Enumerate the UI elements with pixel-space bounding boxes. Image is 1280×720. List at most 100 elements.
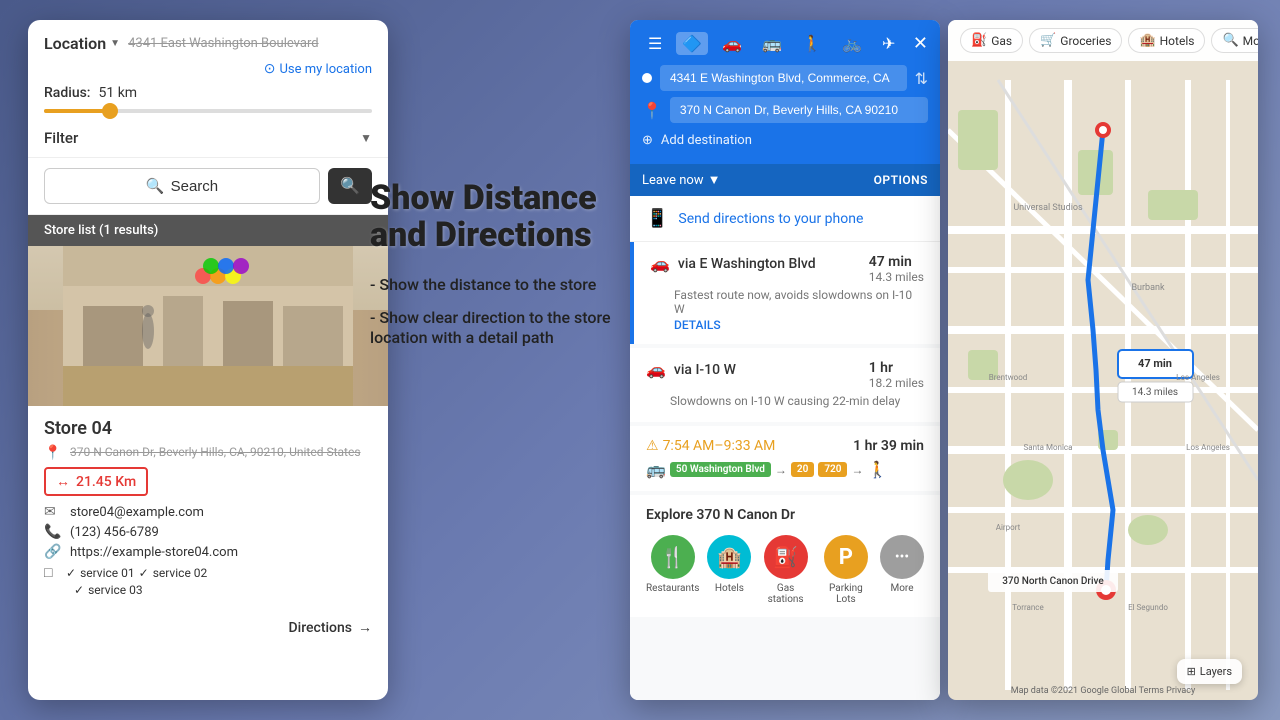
radius-slider[interactable] bbox=[44, 109, 372, 113]
route-1-details-link[interactable]: DETAILS bbox=[674, 318, 924, 332]
leave-now-button[interactable]: Leave now ▼ bbox=[642, 172, 720, 188]
transit-arrow-1: → bbox=[775, 463, 787, 477]
destination-input[interactable] bbox=[670, 97, 928, 123]
more-filter-chip[interactable]: 🔍 More bbox=[1211, 28, 1258, 53]
leave-now-label: Leave now bbox=[642, 173, 704, 188]
explore-restaurants[interactable]: 🍴 Restaurants bbox=[646, 535, 699, 605]
hotels-chip-icon: 🏨 bbox=[1139, 33, 1155, 48]
filter-chevron-icon[interactable]: ▼ bbox=[360, 131, 372, 145]
flight-icon[interactable]: ✈ bbox=[876, 32, 901, 55]
explore-more[interactable]: ••• More bbox=[880, 535, 924, 605]
map-panel: ⛽ Gas 🛒 Groceries 🏨 Hotels 🔍 More bbox=[948, 20, 1258, 700]
layers-label: Layers bbox=[1200, 665, 1232, 678]
service-check-1: ✓ bbox=[66, 566, 76, 580]
search-submit-button[interactable]: 🔍 bbox=[328, 168, 372, 204]
route-2-time: 1 hr bbox=[869, 360, 924, 376]
center-text-panel: Show Distance and Directions - Show the … bbox=[370, 180, 640, 361]
groceries-chip-icon: 🛒 bbox=[1040, 33, 1056, 48]
location-icon: ⊙ bbox=[264, 61, 276, 77]
origin-dot bbox=[642, 73, 652, 83]
route-option-2[interactable]: 🚗 via I-10 W 1 hr 18.2 miles Slowdowns o… bbox=[630, 348, 940, 422]
gas-chip-icon: ⛽ bbox=[971, 33, 987, 48]
use-location-text: Use my location bbox=[280, 62, 373, 77]
explore-section: Explore 370 N Canon Dr 🍴 Restaurants 🏨 H… bbox=[630, 495, 940, 617]
service-1-label: service 01 bbox=[80, 566, 135, 580]
store-email: store04@example.com bbox=[70, 505, 204, 520]
slider-track bbox=[44, 109, 372, 113]
directions-row: Directions → bbox=[28, 611, 388, 636]
add-destination-button[interactable]: ⊕ Add destination bbox=[642, 129, 928, 152]
car-icon[interactable]: 🚗 bbox=[716, 32, 748, 55]
store-detail: Store 04 📍 370 N Canon Dr, Beverly Hills… bbox=[28, 406, 388, 611]
warning-icon: ⚠ bbox=[646, 438, 659, 454]
slider-fill bbox=[44, 109, 110, 113]
groceries-filter-chip[interactable]: 🛒 Groceries bbox=[1029, 28, 1122, 53]
route-2-distance: 18.2 miles bbox=[869, 376, 924, 390]
layers-button[interactable]: ⊞ Layers bbox=[1177, 659, 1242, 684]
website-row: 🔗 https://example-store04.com bbox=[44, 544, 372, 560]
menu-icon[interactable]: ☰ bbox=[642, 32, 668, 55]
route-2-description: Slowdowns on I-10 W causing 22-min delay bbox=[670, 394, 924, 408]
more-chip-label: More bbox=[1243, 34, 1258, 48]
directions-label: Directions bbox=[288, 620, 352, 636]
route-option-1[interactable]: 🚗 via E Washington Blvd 47 min 14.3 mile… bbox=[630, 242, 940, 344]
send-directions-button[interactable]: 📱 Send directions to your phone bbox=[630, 196, 940, 242]
route-1-description: Fastest route now, avoids slowdowns on I… bbox=[674, 288, 924, 316]
transit-badge-2: 20 bbox=[791, 462, 814, 477]
transit-badge-1: 50 Washington Blvd bbox=[670, 462, 771, 477]
add-destination-label: Add destination bbox=[661, 133, 752, 148]
directions-icon[interactable]: 🔷 bbox=[676, 32, 708, 55]
explore-icons-row: 🍴 Restaurants 🏨 Hotels ⛽ Gas stations P … bbox=[646, 535, 924, 605]
gas-filter-chip[interactable]: ⛽ Gas bbox=[960, 28, 1023, 53]
route-1-header: 🚗 via E Washington Blvd 47 min 14.3 mile… bbox=[650, 254, 924, 284]
layers-icon: ⊞ bbox=[1187, 665, 1196, 678]
search-chip-icon: 🔍 bbox=[1222, 33, 1238, 48]
directions-button[interactable]: Directions → bbox=[288, 619, 372, 636]
route-2-header: 🚗 via I-10 W 1 hr 18.2 miles bbox=[646, 360, 924, 390]
origin-input[interactable] bbox=[660, 65, 907, 91]
store-website: https://example-store04.com bbox=[70, 545, 238, 560]
transit-time-range: 7:54 AM–9:33 AM bbox=[663, 438, 776, 454]
close-icon[interactable]: ✕ bbox=[913, 33, 928, 54]
location-dropdown[interactable]: Location ▼ bbox=[44, 34, 120, 53]
svg-text:El Segundo: El Segundo bbox=[1128, 603, 1168, 612]
options-bar: Leave now ▼ OPTIONS bbox=[630, 164, 940, 196]
hotels-filter-chip[interactable]: 🏨 Hotels bbox=[1128, 28, 1205, 53]
transit-time: ⚠ 7:54 AM–9:33 AM bbox=[646, 438, 775, 454]
svg-text:Los Angeles: Los Angeles bbox=[1176, 373, 1220, 382]
radius-label: Radius: bbox=[44, 85, 91, 101]
bike-icon[interactable]: 🚲 bbox=[836, 32, 868, 55]
options-button[interactable]: OPTIONS bbox=[874, 173, 928, 187]
left-panel: Location ▼ 4341 East Washington Boulevar… bbox=[28, 20, 388, 700]
explore-gas-stations[interactable]: ⛽ Gas stations bbox=[759, 535, 811, 605]
phone-row: 📞 (123) 456-6789 bbox=[44, 524, 372, 540]
route-1-info: 🚗 via E Washington Blvd bbox=[650, 254, 816, 273]
link-icon: 🔗 bbox=[44, 544, 62, 560]
origin-row: ⇅ bbox=[642, 65, 928, 91]
search-bar: 🔍 Search 🔍 bbox=[28, 158, 388, 215]
explore-parking[interactable]: P Parking Lots bbox=[820, 535, 872, 605]
search-button[interactable]: 🔍 Search bbox=[44, 168, 320, 204]
transit-duration: 1 hr 39 min bbox=[853, 438, 924, 454]
transit-icon[interactable]: 🚌 bbox=[756, 32, 788, 55]
store-list-header: Store list (1 results) bbox=[28, 215, 388, 246]
swap-icon[interactable]: ⇅ bbox=[915, 69, 928, 88]
store-address-text: 370 N Canon Dr, Beverly Hills, CA, 90210… bbox=[70, 445, 361, 459]
hotels-chip-label: Hotels bbox=[1160, 34, 1195, 48]
walk-icon[interactable]: 🚶 bbox=[796, 32, 828, 55]
transport-mode-row: ☰ 🔷 🚗 🚌 🚶 🚲 ✈ ✕ bbox=[642, 32, 928, 55]
store-phone: (123) 456-6789 bbox=[70, 525, 159, 540]
left-header: Location ▼ 4341 East Washington Boulevar… bbox=[28, 20, 388, 158]
destination-row: 📍 bbox=[642, 97, 928, 123]
transit-route: 🚌 50 Washington Blvd → 20 720 → 🚶 bbox=[646, 460, 924, 479]
directions-inputs: ⇅ 📍 ⊕ Add destination bbox=[642, 65, 928, 152]
destination-pin-icon: 📍 bbox=[642, 101, 662, 120]
transit-option[interactable]: ⚠ 7:54 AM–9:33 AM 1 hr 39 min 🚌 50 Washi… bbox=[630, 426, 940, 491]
store-card: Store 04 📍 370 N Canon Dr, Beverly Hills… bbox=[28, 246, 388, 700]
explore-hotels[interactable]: 🏨 Hotels bbox=[707, 535, 751, 605]
directions-body: 📱 Send directions to your phone 🚗 via E … bbox=[630, 196, 940, 700]
search-icon: 🔍 bbox=[146, 177, 165, 195]
search-label: Search bbox=[171, 178, 219, 195]
use-location-button[interactable]: ⊙ Use my location bbox=[44, 61, 372, 77]
svg-text:Airport: Airport bbox=[996, 523, 1021, 532]
